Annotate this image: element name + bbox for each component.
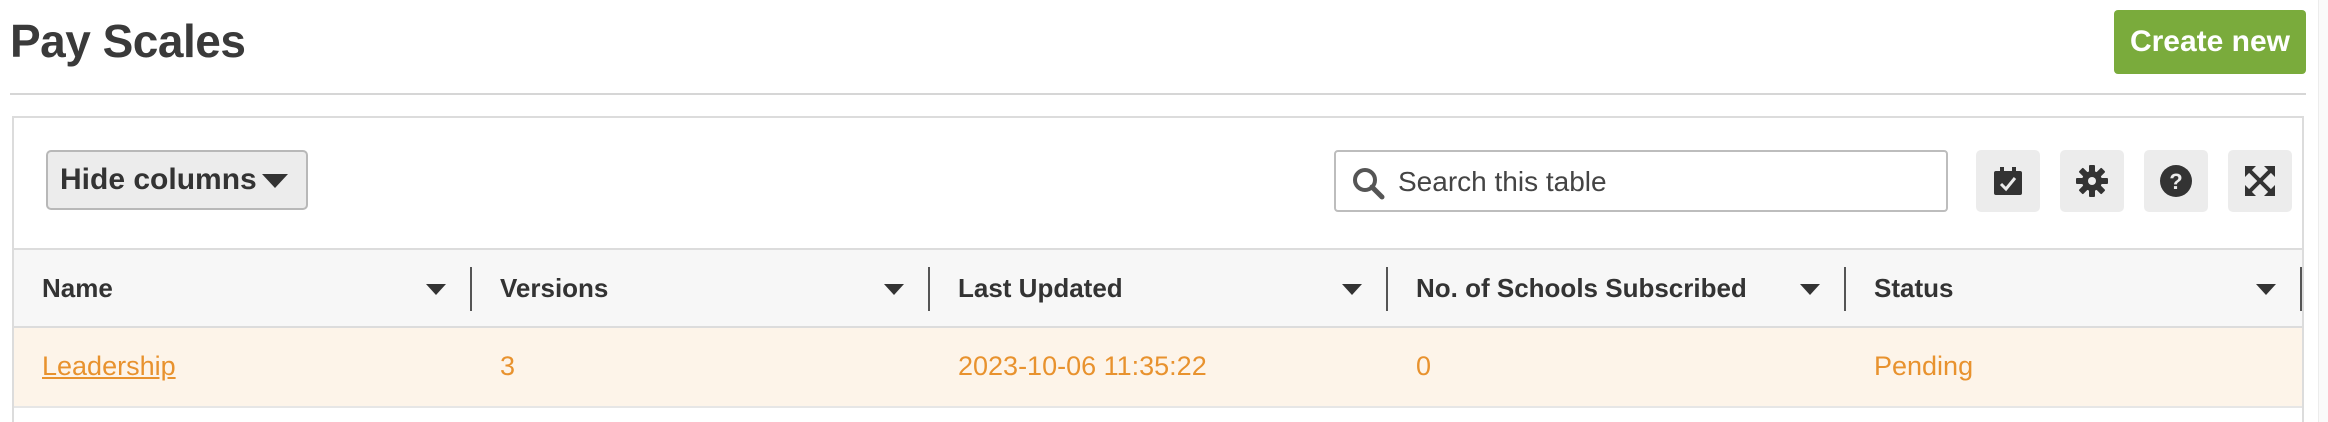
title-divider <box>10 93 2306 95</box>
search-icon <box>1353 168 1385 200</box>
column-label: Name <box>42 272 113 303</box>
chevron-down-icon <box>262 174 288 188</box>
column-header-last-updated[interactable]: Last Updated <box>930 250 1388 326</box>
fullscreen-button[interactable] <box>2228 150 2292 212</box>
gear-icon <box>2076 165 2108 197</box>
page-title: Pay Scales <box>10 15 246 67</box>
table-panel: Hide columns Search this table ? Name Ve… <box>12 116 2304 422</box>
row-name-link[interactable]: Leadership <box>42 351 176 382</box>
fullscreen-icon <box>2245 166 2275 196</box>
column-header-name[interactable]: Name <box>14 250 472 326</box>
table-header: Name Versions Last Updated No. of School… <box>14 248 2302 328</box>
svg-text:?: ? <box>2169 169 2182 194</box>
hide-columns-label: Hide columns <box>60 163 257 196</box>
page-scrollbar[interactable] <box>2318 0 2328 422</box>
help-icon: ? <box>2160 165 2192 197</box>
select-rows-button[interactable] <box>1976 150 2040 212</box>
cell-schools-subscribed: 0 <box>1416 350 1432 381</box>
column-header-status[interactable]: Status <box>1846 250 2302 326</box>
table-row[interactable]: Leadership 3 2023-10-06 11:35:22 0 Pendi… <box>14 328 2302 408</box>
search-input[interactable] <box>1396 160 1930 204</box>
help-button[interactable]: ? <box>2144 150 2208 212</box>
column-resize-handle[interactable] <box>2300 267 2302 311</box>
cell-status: Pending <box>1874 350 1974 381</box>
cell-name: Leadership <box>14 328 472 404</box>
cell-versions: 3 <box>500 350 516 381</box>
column-label: Versions <box>500 272 609 303</box>
column-label: No. of Schools Subscribed <box>1416 272 1747 303</box>
sort-caret-icon[interactable] <box>1342 284 1362 295</box>
column-header-schools-subscribed[interactable]: No. of Schools Subscribed <box>1388 250 1846 326</box>
column-label: Last Updated <box>958 272 1123 303</box>
cell-last-updated: 2023-10-06 11:35:22 <box>958 350 1207 381</box>
hide-columns-dropdown[interactable]: Hide columns <box>46 150 308 210</box>
column-label: Status <box>1874 272 1954 303</box>
sort-caret-icon[interactable] <box>1800 284 1820 295</box>
settings-button[interactable] <box>2060 150 2124 212</box>
create-new-button[interactable]: Create new <box>2114 10 2306 74</box>
sort-caret-icon[interactable] <box>426 284 446 295</box>
checklist-icon <box>1994 167 2022 195</box>
search-box[interactable] <box>1334 150 1948 212</box>
sort-caret-icon[interactable] <box>2256 284 2276 295</box>
column-header-versions[interactable]: Versions <box>472 250 930 326</box>
sort-caret-icon[interactable] <box>884 284 904 295</box>
